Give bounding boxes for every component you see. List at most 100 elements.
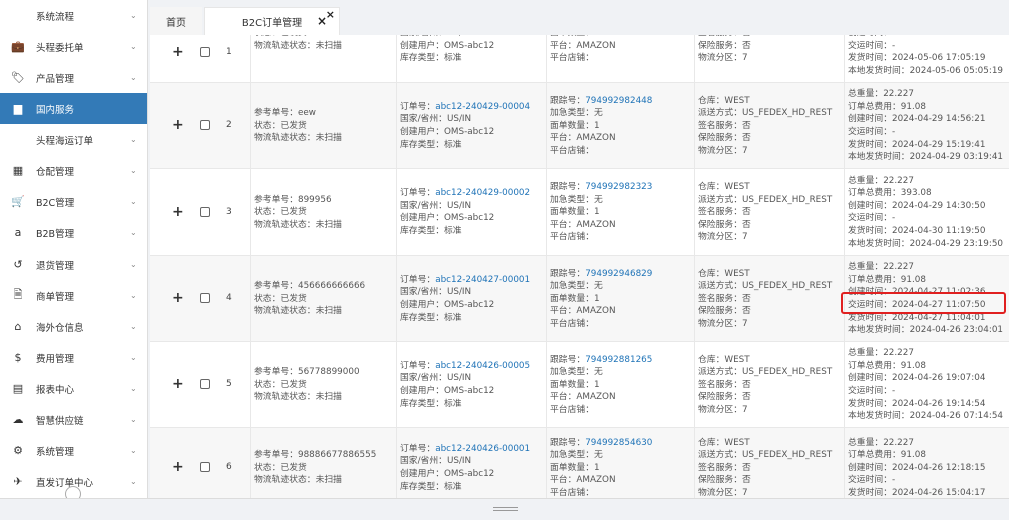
field-line: 派送方式：US_FEDEX_HD_REST bbox=[698, 450, 833, 461]
field-label: 跟踪号： bbox=[550, 95, 586, 106]
row-checkbox[interactable] bbox=[200, 462, 210, 472]
tracking-number-link[interactable]: 794992982323 bbox=[585, 182, 652, 192]
sidebar-item-9[interactable]: 🗎 商单管理 ⌄ bbox=[0, 280, 147, 311]
field-line: 保险服务：否 bbox=[698, 219, 751, 230]
field-line: 本地发货时间：2024-04-26 23:04:01 bbox=[848, 325, 1004, 336]
chevron-down-icon: ⌄ bbox=[130, 260, 137, 269]
sidebar-item-13[interactable]: ☁ 智慧供应链 ⌄ bbox=[0, 404, 147, 435]
field-line: 订单总费用：91.08 bbox=[848, 101, 926, 112]
field-line: 本地发货时间：2024-04-29 23:19:50 bbox=[848, 238, 1004, 249]
field-line: 物流分区：7 bbox=[698, 145, 748, 156]
sidebar-item-0[interactable]: 系统流程 ⌄ bbox=[0, 0, 147, 31]
field-line: 平台：AMAZON bbox=[550, 133, 616, 144]
tracking-number-link[interactable]: 794992946829 bbox=[585, 269, 652, 279]
tracking-info: 跟踪号：794992946829 加急类型：无 面单数量：1 平台：AMAZON 平台店… bbox=[550, 268, 652, 331]
order-no-line: 订单号：abc12-240426-00001 bbox=[400, 443, 530, 456]
expand-row-icon[interactable]: + bbox=[172, 376, 184, 392]
cell-divider bbox=[844, 428, 845, 498]
row-checkbox[interactable] bbox=[200, 293, 210, 303]
field-line: 交运时间：- bbox=[848, 126, 896, 137]
field-line: 平台店铺： bbox=[550, 404, 594, 415]
field-line: 物流轨迹状态：未扫描 bbox=[254, 306, 342, 317]
sidebar-item-7[interactable]: a B2B管理 ⌄ bbox=[0, 217, 147, 248]
home-icon: ⌂ bbox=[14, 320, 22, 333]
field-line: 发货时间：2024-04-26 19:14:54 bbox=[848, 398, 986, 409]
order-number-link[interactable]: abc12-240429-00004 bbox=[435, 102, 530, 112]
time-info: 创建时间：2024-05-06 17:03:23交运时间：- 发货时间：2024-… bbox=[848, 35, 1003, 77]
expand-row-icon[interactable]: + bbox=[172, 204, 184, 220]
cell-divider bbox=[396, 256, 397, 341]
cell-divider bbox=[546, 342, 547, 427]
close-all-tabs-button[interactable]: × bbox=[308, 7, 336, 35]
tracking-no-line: 跟踪号：794992881265 bbox=[550, 354, 652, 367]
field-line: 库存类型：标准 bbox=[400, 139, 462, 150]
sidebar-item-4[interactable]: 头程海运订单 ⌄ bbox=[0, 124, 147, 155]
field-line: 订单总费用：91.08 bbox=[848, 450, 926, 461]
sidebar-item-1[interactable]: 💼 头程委托单 ⌄ bbox=[0, 31, 147, 62]
field-line: 物流轨迹状态：未扫描 bbox=[254, 475, 342, 486]
row-checkbox[interactable] bbox=[200, 120, 210, 130]
field-line: 仓库：WEST bbox=[698, 182, 750, 192]
briefcase-icon: 💼 bbox=[11, 40, 25, 53]
sidebar-item-8[interactable]: ↺ 退货管理 ⌄ bbox=[0, 249, 147, 280]
order-number-link[interactable]: abc12-240429-00002 bbox=[435, 188, 530, 198]
cart-icon: 🛒 bbox=[11, 195, 25, 208]
warehouse-info: 仓库：WEST 派送方式：US_FEDEX_HD_REST 签名服务：否 保险服务：否… bbox=[698, 181, 832, 244]
expand-row-icon[interactable]: + bbox=[172, 459, 184, 475]
table-row: +3 参考单号：899956 状态：已发货 物流轨迹状态：未扫描 订单号：abc12-2… bbox=[150, 169, 1009, 256]
sidebar-item-14[interactable]: ⚙ 系统管理 ⌄ bbox=[0, 435, 147, 466]
field-line: 创建用户：OMS-abc12 bbox=[400, 40, 495, 51]
tab-home[interactable]: 首页 bbox=[150, 7, 202, 35]
sidebar-item-3[interactable]: ▆ 国内服务 bbox=[0, 93, 147, 124]
field-line: 面单数量：1 bbox=[550, 120, 600, 131]
cell-divider bbox=[546, 83, 547, 168]
order-number-link[interactable]: abc12-240427-00001 bbox=[435, 275, 530, 285]
sidebar-item-10[interactable]: ⌂ 海外仓信息 ⌄ bbox=[0, 311, 147, 342]
field-line: 参考单号：899956 bbox=[254, 194, 332, 205]
tracking-number-link[interactable]: 794992854630 bbox=[585, 438, 652, 448]
tracking-number-link[interactable]: 794992881265 bbox=[585, 355, 652, 365]
cell-divider bbox=[694, 428, 695, 498]
row-checkbox[interactable] bbox=[200, 206, 210, 217]
expand-row-icon[interactable]: + bbox=[172, 117, 184, 133]
warehouse-info: 仓库：WEST 派送方式：US_FEDEX_HD_REST 签名服务：否 保险服务：否… bbox=[698, 354, 832, 417]
sidebar-item-5[interactable]: ▦ 仓配管理 ⌄ bbox=[0, 155, 147, 186]
cell-divider bbox=[396, 83, 397, 168]
order-info: 订单号：abc12-240426-00001 国家/省州：US/IN 创建用户：OM… bbox=[400, 443, 530, 493]
tracking-number-link[interactable]: 794992982448 bbox=[585, 96, 652, 106]
field-line: 物流分区：7 bbox=[698, 318, 748, 329]
resize-handle-icon[interactable] bbox=[493, 507, 518, 513]
order-number-link[interactable]: abc12-240426-00005 bbox=[435, 361, 530, 371]
expand-row-icon[interactable]: + bbox=[172, 44, 184, 60]
cell-divider bbox=[250, 35, 251, 82]
time-info: 总重量：22.227 订单总费用：91.08 创建时间：2024-04-26 12:… bbox=[848, 437, 985, 499]
expand-row-icon[interactable]: + bbox=[172, 290, 184, 306]
sidebar-item-label: 报表中心 bbox=[36, 384, 75, 396]
chevron-down-icon: ⌄ bbox=[130, 353, 137, 362]
cell-divider bbox=[694, 83, 695, 168]
field-line: 保险服务：否 bbox=[698, 133, 751, 144]
chevron-down-icon: ⌄ bbox=[130, 73, 137, 82]
field-line: 物流分区：7 bbox=[698, 404, 748, 415]
order-number-link[interactable]: abc12-240426-00001 bbox=[435, 444, 530, 454]
reference-info: 参考单号：56778899000 状态：已发货 物流轨迹状态：未扫描 bbox=[254, 366, 360, 404]
field-label: 订单号： bbox=[400, 188, 436, 199]
field-line: 订单总费用：91.08 bbox=[848, 274, 926, 285]
chevron-down-icon: ⌄ bbox=[130, 384, 137, 393]
reference-info: 状态：已发货物流轨迹状态：未扫描 bbox=[254, 35, 342, 52]
row-checkbox[interactable] bbox=[200, 47, 210, 57]
order-no-line: 订单号：abc12-240429-00002 bbox=[400, 187, 530, 200]
field-line: 签名服务：否 bbox=[698, 207, 751, 218]
field-line: 创建用户：OMS-abc12 bbox=[400, 213, 495, 224]
row-checkbox[interactable] bbox=[200, 379, 210, 389]
field-line: 平台店铺： bbox=[550, 318, 594, 329]
sidebar-item-2[interactable]: 🏷 产品管理 ⌄ bbox=[0, 62, 147, 93]
field-line: 总重量：22.227 bbox=[848, 89, 914, 100]
field-line: 加急类型：无 bbox=[550, 281, 603, 292]
sidebar-item-11[interactable]: $ 费用管理 ⌄ bbox=[0, 342, 147, 373]
sidebar-item-6[interactable]: 🛒 B2C管理 ⌄ bbox=[0, 186, 147, 217]
field-line: 本地发货时间：2024-04-29 03:19:41 bbox=[848, 152, 1004, 163]
grid-icon: ▦ bbox=[12, 164, 24, 177]
sidebar-item-12[interactable]: ▤ 报表中心 ⌄ bbox=[0, 373, 147, 404]
time-info: 总重量：22.227 订单总费用：91.08 创建时间：2024-04-29 14:… bbox=[848, 88, 1003, 164]
